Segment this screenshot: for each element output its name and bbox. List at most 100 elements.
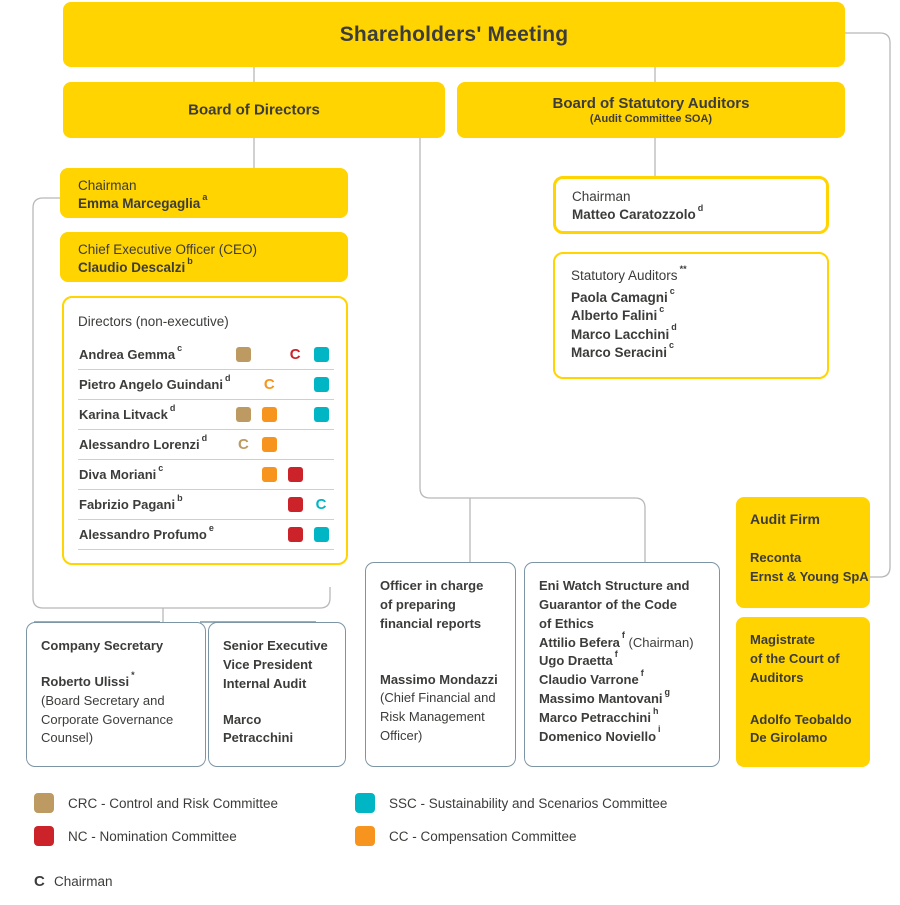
- company-secretary-box[interactable]: Company Secretary Roberto Ulissi * (Board…: [26, 622, 206, 767]
- legend-swatch-cc_orange: [355, 826, 375, 846]
- internal-audit-box[interactable]: Senior Executive Vice President Internal A…: [208, 622, 346, 767]
- director-committee-marker: [308, 520, 334, 550]
- director-row[interactable]: Andrea Gemma c C: [78, 340, 334, 370]
- committee-square-cc: [261, 436, 277, 452]
- internal-audit-title: Senior Executive Vice President Internal A…: [223, 638, 328, 691]
- audit-firm-box[interactable]: Audit Firm Reconta Ernst & Young SpA: [736, 497, 870, 608]
- legend-label: CC - Compensation Committee: [389, 828, 577, 844]
- director-committee-marker: [230, 370, 256, 400]
- committee-chairman-ssc: C: [315, 495, 327, 513]
- director-name: Pietro Angelo Guindani d: [79, 372, 231, 392]
- company-secretary-name: Roberto Ulissi *: [41, 669, 135, 689]
- statutory-auditor-item: Marco Seracini c: [571, 340, 675, 360]
- director-committee-marker: [256, 400, 282, 430]
- director-committee-marker: [282, 370, 308, 400]
- statutory-auditor-item: Paola Camagni c: [571, 285, 675, 306]
- committee-chairman-cc: C: [263, 375, 275, 393]
- eni-watch-box[interactable]: Eni Watch Structure and Guarantor of the …: [524, 562, 720, 767]
- statutory-auditor-item: Alberto Falini c: [571, 303, 665, 324]
- director-name: Karina Litvack d: [79, 402, 176, 422]
- ceo-box[interactable]: Chief Executive Officer (CEO) Claudio De…: [60, 232, 348, 282]
- director-committee-marker: [282, 430, 308, 460]
- eni-watch-members: Attilio Befera f (Chairman) Ugo Draetta f Cl…: [539, 630, 707, 747]
- board-of-statutory-auditors-title: Board of Statutory Auditors: [552, 95, 750, 112]
- directors-heading: Directors (non-executive): [78, 314, 229, 329]
- committee-square-ssc: [313, 526, 329, 542]
- company-secretary-detail: (Board Secretary and Corporate Governanc…: [41, 692, 174, 746]
- director-committee-marker: [308, 430, 334, 460]
- financial-reports-officer-title: Officer in charge of preparing financial r…: [380, 578, 484, 631]
- director-committee-marker: [230, 490, 256, 520]
- shareholders-meeting-title: Shareholders' Meeting: [339, 22, 569, 46]
- statutory-auditors-heading: Statutory Auditors **: [571, 263, 687, 283]
- director-row[interactable]: Fabrizio Pagani b C: [78, 490, 334, 520]
- director-row[interactable]: Diva Moriani c: [78, 460, 334, 490]
- director-committee-marker: C: [282, 340, 308, 370]
- director-committee-marker: [282, 460, 308, 490]
- legend-label: CRC - Control and Risk Committee: [68, 795, 279, 811]
- chairman-role: Chairman: [78, 178, 137, 193]
- director-committee-marker: C: [256, 370, 282, 400]
- board-of-statutory-auditors-subtitle: (Audit Committee SOA): [589, 113, 713, 125]
- director-committee-marker: [230, 400, 256, 430]
- auditors-chairman-name: Matteo Caratozzolo d: [572, 202, 704, 223]
- shareholders-meeting-box[interactable]: Shareholders' Meeting: [63, 2, 845, 67]
- statutory-auditors-card[interactable]: Statutory Auditors ** Paola Camagni c Alber…: [553, 252, 829, 379]
- legend-label: NC - Nomination Committee: [68, 828, 237, 844]
- director-row[interactable]: Alessandro Lorenzi d C: [78, 430, 334, 460]
- magistrate-name: Adolfo Teobaldo De Girolamo: [750, 711, 852, 746]
- director-committee-marker: [282, 490, 308, 520]
- legend-item: NC - Nomination Committee: [34, 826, 237, 846]
- company-secretary-title: Company Secretary: [41, 638, 164, 653]
- chairman-name: Emma Marcegaglia a: [78, 191, 208, 212]
- director-committee-marker: [308, 340, 334, 370]
- legend-swatch-crc_tan: [34, 793, 54, 813]
- director-committee-marker: [256, 520, 282, 550]
- eni-watch-member: Attilio Befera f (Chairman): [539, 630, 694, 650]
- financial-reports-officer-detail: (Chief Financial and Risk Management Off…: [380, 690, 496, 744]
- committee-square-nc: [287, 466, 303, 482]
- directors-card[interactable]: Directors (non-executive) Andrea Gemma c C…: [62, 296, 348, 565]
- director-row[interactable]: Pietro Angelo Guindani d C: [78, 370, 334, 400]
- committee-chairman-crc: C: [237, 435, 249, 453]
- director-committee-marker: C: [308, 490, 334, 520]
- director-committee-marker: [308, 370, 334, 400]
- legend-chairman-marker: C: [34, 873, 45, 890]
- director-committee-marker: [256, 460, 282, 490]
- committee-square-crc: [235, 346, 251, 362]
- director-row[interactable]: Alessandro Profumo e: [78, 520, 334, 550]
- committee-square-nc: [287, 526, 303, 542]
- board-of-statutory-auditors-box[interactable]: Board of Statutory Auditors (Audit Commi…: [457, 82, 845, 138]
- committee-square-cc: [261, 406, 277, 422]
- director-committee-marker: [282, 520, 308, 550]
- magistrate-box[interactable]: Magistrate of the Court of Auditors Adolfo…: [736, 617, 870, 767]
- ceo-role: Chief Executive Officer (CEO): [78, 242, 258, 257]
- director-committee-marker: [308, 400, 334, 430]
- legend-item: CRC - Control and Risk Committee: [34, 793, 278, 813]
- director-row[interactable]: Karina Litvack d: [78, 400, 334, 430]
- director-name: Diva Moriani c: [79, 462, 164, 482]
- director-committee-marker: [308, 460, 334, 490]
- financial-reports-officer-name: Massimo Mondazzi: [380, 671, 498, 687]
- legend-label: SSC - Sustainability and Scenarios Commi…: [389, 795, 668, 811]
- legend-item: SSC - Sustainability and Scenarios Commi…: [355, 793, 667, 813]
- committee-square-ssc: [313, 346, 329, 362]
- director-committee-marker: [230, 340, 256, 370]
- director-name: Alessandro Profumo e: [79, 522, 214, 542]
- legend-chairman-label: Chairman: [54, 874, 113, 889]
- board-of-directors-box[interactable]: Board of Directors: [63, 82, 445, 138]
- chairman-box[interactable]: Chairman Emma Marcegaglia a: [60, 168, 348, 218]
- eni-watch-member: Massimo Mantovani g: [539, 686, 671, 707]
- director-name: Fabrizio Pagani b: [79, 492, 183, 512]
- legend-item: CC - Compensation Committee: [355, 826, 577, 846]
- committee-chairman-nc: C: [289, 345, 301, 363]
- committee-square-cc: [261, 466, 277, 482]
- auditors-chairman-box[interactable]: Chairman Matteo Caratozzolo d: [553, 176, 829, 234]
- director-committee-marker: [256, 430, 282, 460]
- committee-square-crc: [235, 406, 251, 422]
- financial-reports-officer-box[interactable]: Officer in charge of preparing financial r…: [365, 562, 516, 767]
- ceo-name: Claudio Descalzi b: [78, 255, 193, 276]
- director-name: Alessandro Lorenzi d: [79, 432, 208, 452]
- eni-watch-member: Marco Petracchini h: [539, 705, 659, 725]
- internal-audit-name: Marco Petracchini: [223, 711, 294, 746]
